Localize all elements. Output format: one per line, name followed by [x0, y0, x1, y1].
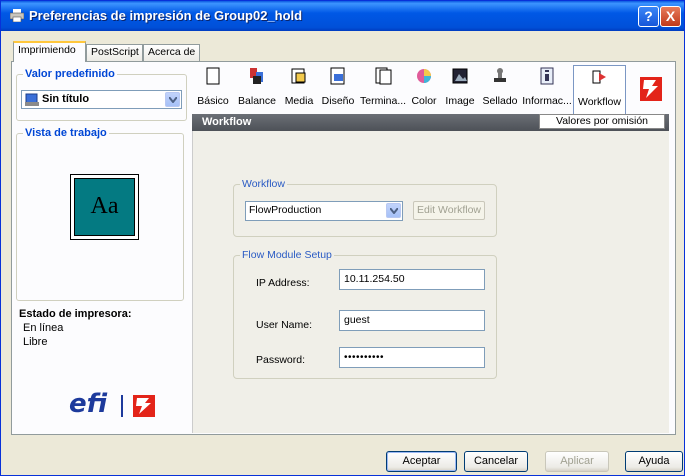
preset-value: Sin título — [42, 93, 90, 105]
printer-status-idle: Libre — [23, 336, 48, 348]
toolbar-sellado[interactable]: Sellado — [479, 65, 521, 115]
user-name-input[interactable]: guest — [339, 310, 485, 331]
printer-status-title: Estado de impresora: — [19, 308, 132, 320]
password-input[interactable]: •••••••••• — [339, 347, 485, 368]
help-icon[interactable]: ? — [638, 6, 659, 27]
toolbar-diseno[interactable]: Diseño — [317, 65, 359, 115]
job-preview-thumbnail: Aa — [70, 174, 139, 240]
printer-status-online: En línea — [23, 322, 64, 334]
layout-icon — [330, 67, 345, 85]
apply-button[interactable]: Aplicar — [545, 451, 609, 472]
info-icon — [540, 67, 554, 85]
stamp-icon — [494, 68, 506, 82]
ip-address-label: IP Address: — [256, 277, 310, 289]
toolbar-label: Media — [284, 95, 314, 107]
toolbar-informacion[interactable]: Informac... — [522, 65, 572, 115]
workflow-icon — [592, 70, 606, 84]
toolbar-color[interactable]: Color — [407, 65, 441, 115]
preset-legend: Valor predefinido — [23, 68, 117, 80]
tab-postscript[interactable]: PostScript — [86, 44, 143, 61]
tab-acerca-de[interactable]: Acerca de — [143, 44, 200, 61]
tab-imprimiendo[interactable]: Imprimiendo — [13, 41, 86, 62]
page-icon — [206, 67, 220, 85]
chevron-down-icon[interactable] — [386, 203, 401, 218]
workflow-value: FlowProduction — [249, 204, 322, 216]
image-icon — [452, 68, 468, 84]
toolbar-label: Workflow — [578, 96, 621, 108]
edit-workflow-button[interactable]: Edit Workflow — [413, 201, 485, 220]
media-icon — [291, 68, 306, 84]
title-bar[interactable]: Preferencias de impresión de Group02_hol… — [1, 1, 684, 31]
flow-module-legend: Flow Module Setup — [240, 249, 334, 261]
toolbar-label: Image — [445, 95, 475, 107]
toolbar-basico[interactable]: Básico — [194, 65, 232, 115]
toolbar-balance[interactable]: Balance — [233, 65, 281, 115]
ip-address-input[interactable]: 10.11.254.50 — [339, 269, 485, 290]
job-preview-legend: Vista de trabajo — [23, 127, 109, 139]
toolbar-label: Termina... — [360, 95, 407, 107]
workflow-legend: Workflow — [240, 178, 287, 190]
job-preview-group: Vista de trabajo Aa — [16, 127, 184, 301]
preset-select[interactable]: Sin título — [21, 90, 182, 109]
printer-icon — [10, 9, 24, 22]
password-label: Password: — [256, 354, 306, 366]
toolbar-image[interactable]: Image — [442, 65, 478, 115]
toolbar-label: Diseño — [321, 95, 355, 107]
toolbar-label: Básico — [197, 95, 229, 107]
toolbar-workflow[interactable]: Workflow — [573, 65, 626, 115]
print-preferences-window: Preferencias de impresión de Group02_hol… — [0, 0, 685, 476]
ok-button[interactable]: Aceptar — [386, 451, 457, 472]
toolbar-label: Color — [411, 95, 437, 107]
finishing-icon — [375, 67, 392, 85]
fiery-logo-icon — [133, 395, 155, 417]
efi-logo: efi — [69, 389, 108, 419]
toolbar-terminacion[interactable]: Termina... — [360, 65, 406, 115]
toolbar-media[interactable]: Media — [282, 65, 316, 115]
chevron-down-icon[interactable] — [165, 92, 180, 107]
toolbar-label: Informac... — [522, 95, 572, 107]
window-title: Preferencias de impresión de Group02_hol… — [29, 8, 303, 23]
section-title: Workflow — [202, 116, 252, 128]
user-name-label: User Name: — [256, 319, 313, 331]
color-icon — [417, 69, 431, 83]
preview-sample-text: Aa — [90, 193, 119, 219]
help-button[interactable]: Ayuda — [625, 451, 683, 472]
cancel-button[interactable]: Cancelar — [464, 451, 528, 472]
document-icon — [25, 93, 39, 106]
fiery-toolbar-icon[interactable] — [640, 77, 662, 101]
toolbar-label: Sellado — [482, 95, 518, 107]
toolbar-label: Balance — [238, 95, 276, 107]
restore-defaults-button[interactable]: Valores por omisión — [539, 114, 665, 129]
close-icon[interactable]: X — [660, 6, 681, 27]
logo-separator — [121, 395, 123, 417]
balance-icon — [250, 68, 263, 84]
workflow-select[interactable]: FlowProduction — [245, 201, 403, 221]
